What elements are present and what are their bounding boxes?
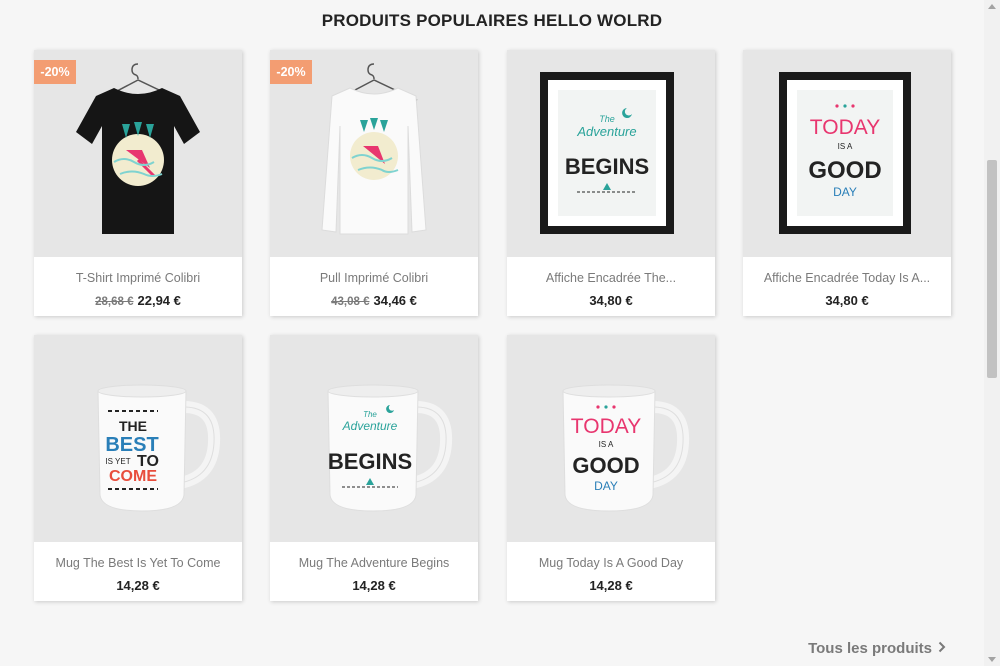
poster-day-text: DAY [833, 185, 857, 199]
mug-adventure-text: Adventure [342, 419, 398, 433]
product-info: Pull Imprimé Colibri 43,08 €34,46 € [270, 256, 478, 316]
mug-today-image: TODAY IS A GOOD DAY [562, 384, 690, 512]
product-name-link[interactable]: Mug The Adventure Begins [276, 556, 472, 570]
popular-products-section: PRODUITS POPULAIRES HELLO WOLRD -20% T-S… [0, 0, 984, 666]
product-card-mug-best[interactable]: THE BEST IS YET TO COME Mug The Best Is … [34, 335, 242, 601]
framed-poster-today-image: TODAY IS A GOOD DAY [779, 72, 911, 234]
mug-the-text: THE [119, 418, 147, 434]
mug-day-text: DAY [594, 479, 618, 493]
vertical-scrollbar[interactable] [984, 0, 1000, 666]
framed-poster-adventure-image: The Adventure BEGINS [540, 72, 674, 234]
product-card-pull[interactable]: -20% Pull Imprimé Colibri 43,08 €34,46 € [270, 50, 478, 316]
product-info: Affiche Encadrée The... 34,80 € [507, 256, 715, 316]
product-name-link[interactable]: Affiche Encadrée Today Is A... [749, 271, 945, 285]
product-image[interactable]: -20% [34, 50, 242, 256]
poster-the-text: The [599, 114, 615, 124]
product-card-poster-today[interactable]: TODAY IS A GOOD DAY Affiche Encadrée Tod… [743, 50, 951, 316]
product-info: T-Shirt Imprimé Colibri 28,68 €22,94 € [34, 256, 242, 316]
product-card-tshirt[interactable]: -20% T-Shirt Imprimé Colibri 28,68 €22,9… [34, 50, 242, 316]
current-price: 34,80 € [825, 293, 869, 308]
mug-begins-text: BEGINS [328, 449, 412, 474]
product-image[interactable]: TODAY IS A GOOD DAY [743, 50, 951, 256]
product-info: Mug The Best Is Yet To Come 14,28 € [34, 541, 242, 601]
product-image[interactable]: -20% [270, 50, 478, 256]
mug-is-a-text: IS A [599, 440, 614, 449]
current-price: 14,28 € [116, 578, 160, 593]
product-name-link[interactable]: Mug The Best Is Yet To Come [40, 556, 236, 570]
product-info: Mug The Adventure Begins 14,28 € [270, 541, 478, 601]
product-name-link[interactable]: T-Shirt Imprimé Colibri [40, 271, 236, 285]
all-products-label: Tous les produits [808, 640, 932, 657]
scroll-up-arrow-icon[interactable] [988, 4, 996, 9]
divider [34, 256, 242, 257]
chevron-right-icon [938, 641, 946, 653]
discount-badge: -20% [270, 60, 312, 84]
divider [507, 256, 715, 257]
poster-begins-text: BEGINS [565, 154, 649, 179]
current-price: 14,28 € [589, 578, 633, 593]
scrollbar-thumb[interactable] [987, 160, 997, 378]
product-prices: 34,80 € [507, 293, 715, 308]
product-image[interactable]: The Adventure BEGINS [507, 50, 715, 256]
product-prices: 43,08 €34,46 € [270, 293, 478, 308]
product-card-mug-today[interactable]: TODAY IS A GOOD DAY Mug Today Is A Good … [507, 335, 715, 601]
current-price: 34,46 € [373, 293, 417, 308]
product-name-link[interactable]: Pull Imprimé Colibri [276, 271, 472, 285]
mug-the-text: The [363, 410, 377, 419]
current-price: 22,94 € [137, 293, 181, 308]
regular-price: 43,08 € [331, 296, 370, 308]
regular-price: 28,68 € [95, 296, 134, 308]
product-image[interactable]: TODAY IS A GOOD DAY [507, 335, 715, 541]
product-info: Affiche Encadrée Today Is A... 34,80 € [743, 256, 951, 316]
product-name-link[interactable]: Mug Today Is A Good Day [513, 556, 709, 570]
divider [507, 541, 715, 542]
poster-adventure-text: Adventure [576, 124, 636, 139]
product-image[interactable]: The Adventure BEGINS [270, 335, 478, 541]
product-prices: 34,80 € [743, 293, 951, 308]
product-prices: 28,68 €22,94 € [34, 293, 242, 308]
mug-is-yet-text: IS YET [105, 457, 130, 466]
current-price: 34,80 € [589, 293, 633, 308]
divider [270, 256, 478, 257]
section-title: PRODUITS POPULAIRES HELLO WOLRD [321, 11, 663, 30]
divider [743, 256, 951, 257]
product-card-mug-adventure[interactable]: The Adventure BEGINS Mug The Adventure B… [270, 335, 478, 601]
poster-is-a-text: IS A [838, 142, 853, 151]
mug-today-text: TODAY [571, 415, 641, 438]
divider [270, 541, 478, 542]
product-prices: 14,28 € [507, 578, 715, 593]
divider [34, 541, 242, 542]
current-price: 14,28 € [352, 578, 396, 593]
product-name-link[interactable]: Affiche Encadrée The... [513, 271, 709, 285]
mug-best-image: THE BEST IS YET TO COME [97, 384, 221, 512]
poster-good-text: GOOD [808, 157, 881, 184]
product-image[interactable]: THE BEST IS YET TO COME [34, 335, 242, 541]
mug-come-text: COME [109, 468, 157, 485]
product-info: Mug Today Is A Good Day 14,28 € [507, 541, 715, 601]
all-products-link[interactable]: Tous les produits [808, 640, 946, 657]
product-prices: 14,28 € [34, 578, 242, 593]
product-card-poster-adventure[interactable]: The Adventure BEGINS Affiche Encadrée Th… [507, 50, 715, 316]
discount-badge: -20% [34, 60, 76, 84]
scroll-down-arrow-icon[interactable] [988, 657, 996, 662]
poster-today-text: TODAY [810, 116, 880, 139]
mug-adventure-image: The Adventure BEGINS [327, 384, 453, 512]
mug-good-text: GOOD [572, 453, 639, 478]
product-prices: 14,28 € [270, 578, 478, 593]
